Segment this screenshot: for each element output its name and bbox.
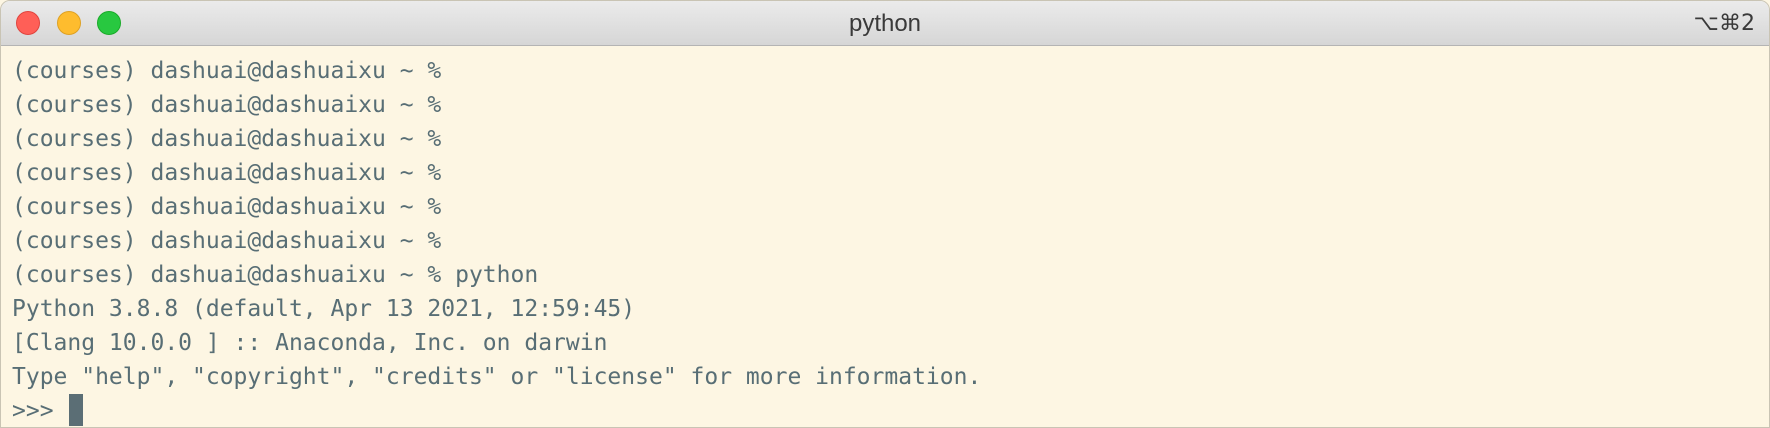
window-title: python: [848, 10, 922, 37]
terminal-line: (courses) dashuai@dashuaixu ~ %: [12, 92, 442, 118]
terminal-line: Type "help", "copyright", "credits" or "…: [12, 364, 982, 390]
terminal-window: python ⌥⌘2 (courses) dashuai@dashuaixu ~…: [0, 0, 1770, 428]
terminal-line: [Clang 10.0.0 ] :: Anaconda, Inc. on dar…: [12, 330, 608, 356]
terminal-line: Python 3.8.8 (default, Apr 13 2021, 12:5…: [12, 296, 636, 322]
terminal-line: (courses) dashuai@dashuaixu ~ % python: [12, 262, 539, 288]
terminal-output[interactable]: (courses) dashuai@dashuaixu ~ % (courses…: [12, 54, 1769, 427]
terminal-line: (courses) dashuai@dashuaixu ~ %: [12, 58, 442, 84]
title-bar[interactable]: python ⌥⌘2: [1, 1, 1769, 46]
repl-input-line[interactable]: >>>: [12, 393, 1769, 427]
terminal-line: (courses) dashuai@dashuaixu ~ %: [12, 160, 442, 186]
tab-shortcut-label: ⌥⌘2: [1693, 11, 1755, 36]
terminal-line: (courses) dashuai@dashuaixu ~ %: [12, 194, 442, 220]
terminal-line: (courses) dashuai@dashuaixu ~ %: [12, 126, 442, 152]
repl-prompt: >>>: [12, 398, 68, 424]
terminal-line: (courses) dashuai@dashuaixu ~ %: [12, 228, 442, 254]
text-cursor: [69, 393, 84, 426]
